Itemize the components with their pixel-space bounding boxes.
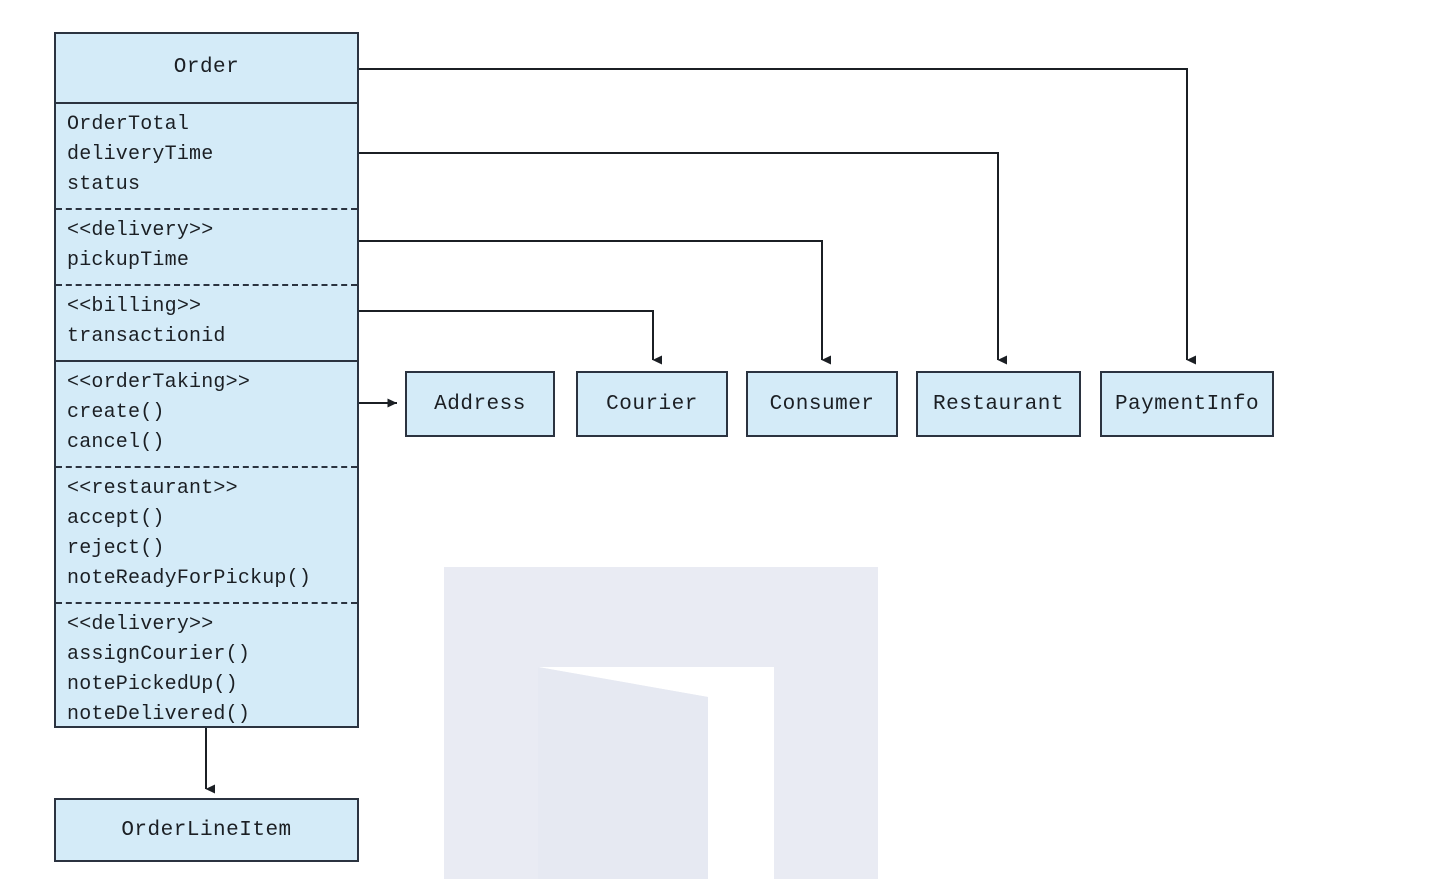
stereotype-billing-attributes: <<billing>> <box>67 295 202 318</box>
operation-notedelivered: noteDelivered() <box>67 703 251 726</box>
class-name-paymentinfo: PaymentInfo <box>1114 392 1260 416</box>
attribute-transactionid: transactionid <box>67 325 226 348</box>
class-name-consumer: Consumer <box>769 392 875 416</box>
operation-accept: accept() <box>67 507 165 530</box>
operation-notereadyforpickup: noteReadyForPickup() <box>67 567 312 590</box>
order-operations-section: <<orderTaking>> create() cancel() <<rest… <box>56 360 357 738</box>
operation-create: create() <box>67 401 165 424</box>
class-name-orderlineitem: OrderLineItem <box>121 818 292 842</box>
connector-order-restaurant <box>357 152 1007 365</box>
class-box-courier[interactable]: Courier <box>576 371 728 437</box>
class-box-consumer[interactable]: Consumer <box>746 371 898 437</box>
class-box-orderlineitem[interactable]: OrderLineItem <box>54 798 359 862</box>
stereotype-delivery-operations: <<delivery>> <box>67 613 214 636</box>
class-name-address: Address <box>434 392 526 416</box>
operation-compartment-restaurant: <<restaurant>> accept() reject() noteRea… <box>56 466 357 602</box>
page-corner-watermark <box>444 567 878 879</box>
attribute-pickuptime: pickupTime <box>67 249 190 272</box>
attribute-deliverytime: deliveryTime <box>67 143 214 166</box>
operation-assigncourier: assignCourier() <box>67 643 251 666</box>
operation-compartment-delivery: <<delivery>> assignCourier() notePickedU… <box>56 602 357 738</box>
class-box-order[interactable]: Order OrderTotal deliveryTime status <<d… <box>54 32 359 728</box>
connector-order-consumer <box>357 240 831 365</box>
class-name-restaurant: Restaurant <box>932 392 1065 416</box>
class-box-address[interactable]: Address <box>405 371 555 437</box>
stereotype-ordertaking: <<orderTaking>> <box>67 371 251 394</box>
operation-notepickedup: notePickedUp() <box>67 673 238 696</box>
operation-reject: reject() <box>67 537 165 560</box>
class-box-restaurant[interactable]: Restaurant <box>916 371 1081 437</box>
connector-order-courier <box>357 310 662 365</box>
attribute-compartment-0: OrderTotal deliveryTime status <box>56 104 357 208</box>
uml-class-diagram-canvas: Order OrderTotal deliveryTime status <<d… <box>0 0 1433 879</box>
connector-order-paymentinfo <box>357 68 1196 365</box>
attribute-compartment-billing: <<billing>> transactionid <box>56 284 357 360</box>
attribute-compartment-delivery: <<delivery>> pickupTime <box>56 208 357 284</box>
attribute-status: status <box>67 173 141 196</box>
attribute-ordertotal: OrderTotal <box>67 113 190 136</box>
stereotype-delivery-attributes: <<delivery>> <box>67 219 214 242</box>
class-name-order: Order <box>173 56 240 79</box>
class-box-paymentinfo[interactable]: PaymentInfo <box>1100 371 1274 437</box>
stereotype-restaurant: <<restaurant>> <box>67 477 238 500</box>
order-attributes-section: OrderTotal deliveryTime status <<deliver… <box>56 102 357 360</box>
operation-cancel: cancel() <box>67 431 165 454</box>
operation-compartment-ordertaking: <<orderTaking>> create() cancel() <box>56 362 357 466</box>
class-name-courier: Courier <box>606 392 698 416</box>
